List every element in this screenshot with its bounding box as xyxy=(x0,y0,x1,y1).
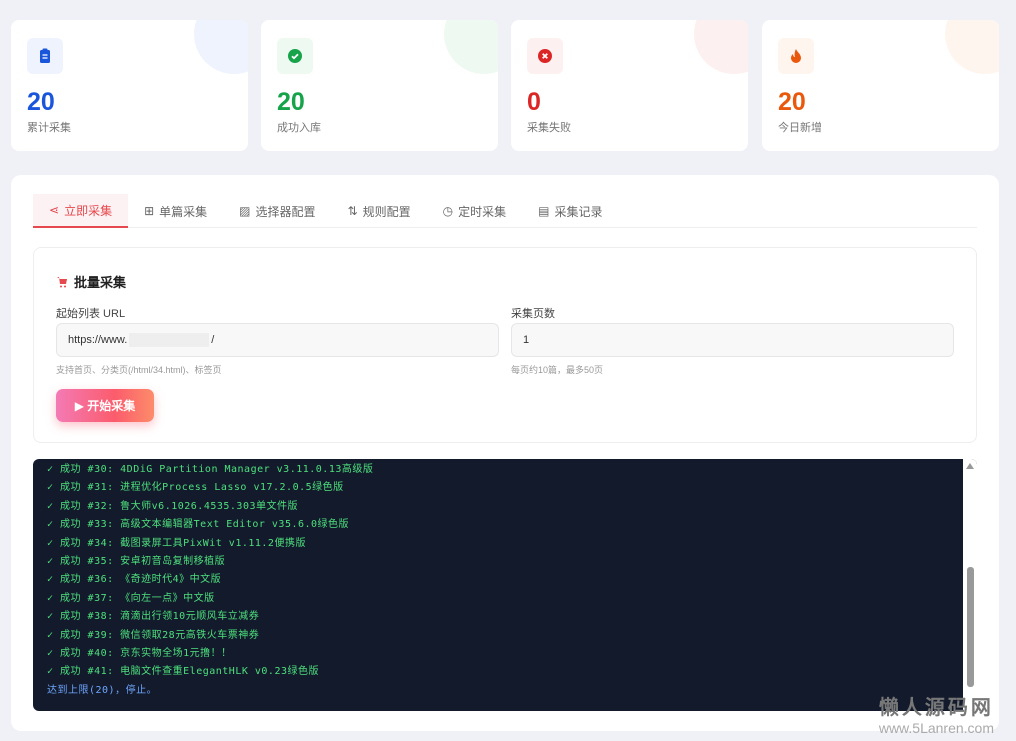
stat-value: 20 xyxy=(27,88,55,116)
log-line: ✓ 成功 #41: 电脑文件查重ElegantHLK v0.23绿色版 xyxy=(47,666,319,678)
stat-label: 今日新增 xyxy=(778,122,822,134)
watermark: 懒人源码网 www.5Lanren.com xyxy=(879,691,994,736)
file-icon: ▤ xyxy=(538,204,550,218)
scrollbar-thumb[interactable] xyxy=(967,567,974,687)
log-line: ✓ 成功 #31: 进程优化Process Lasso v17.2.0.5绿色版 xyxy=(47,482,344,494)
log-line: ✓ 成功 #34: 截图录屏工具PixWit v1.11.2便携版 xyxy=(47,537,306,549)
start-collect-button[interactable]: ▶ 开始采集 xyxy=(56,389,154,422)
tab-1[interactable]: ⋖ 立即采集 xyxy=(33,194,129,228)
decor-circle xyxy=(444,20,498,74)
stat-value: 20 xyxy=(277,88,305,116)
start-url-input[interactable]: https://www. / xyxy=(56,323,499,357)
check-circle-icon xyxy=(277,38,313,74)
stat-label: 成功入库 xyxy=(277,122,321,134)
watermark-title: 懒人源码网 xyxy=(878,697,994,719)
batch-collect-card: 批量采集 起始列表 URL https://www. / 支持首页、分类页(/h… xyxy=(33,247,977,443)
log-console: ✓ 成功 #30: 4DDiG Partition Manager v3.11.… xyxy=(33,459,977,711)
stat-card: 20 累计采集 xyxy=(11,20,248,151)
clock-icon: ◷ xyxy=(442,204,454,218)
url-hint: 支持首页、分类页(/html/34.html)、标签页 xyxy=(56,365,222,375)
watermark-url: www.5Lanren.com xyxy=(878,720,994,736)
decor-circle xyxy=(694,20,748,74)
pages-input[interactable]: 1 xyxy=(511,323,954,357)
url-label: 起始列表 URL xyxy=(56,308,126,320)
share-icon: ⋖ xyxy=(49,203,60,217)
log-line: ✓ 成功 #40: 京东实物全场1元撸！！ xyxy=(47,648,232,660)
redacted-block xyxy=(129,333,210,347)
log-lines: ✓ 成功 #30: 4DDiG Partition Manager v3.11.… xyxy=(47,461,373,700)
log-line: ✓ 成功 #39: 微信领取28元高铁火车票神券 xyxy=(47,629,260,641)
log-line: ✓ 成功 #38: 滴滴出行领10元顺风车立减券 xyxy=(47,611,260,623)
tab-label: 定时采集 xyxy=(458,204,507,219)
tab-6[interactable]: ▤ 采集记录 xyxy=(522,194,618,228)
log-line: ✓ 成功 #37: 《向左一点》中文版 xyxy=(47,592,215,604)
x-circle-icon xyxy=(527,38,563,74)
stat-card: 20 成功入库 xyxy=(261,20,498,151)
tab-5[interactable]: ◷ 定时采集 xyxy=(427,194,523,228)
url-value: https://www. xyxy=(68,334,128,346)
log-line: ✓ 成功 #33: 高级文本编辑器Text Editor v35.6.0绿色版 xyxy=(47,519,350,531)
clipboard-icon xyxy=(27,38,63,74)
log-line: ✓ 成功 #32: 鲁大师v6.1026.4535.303单文件版 xyxy=(47,500,298,512)
url-suffix: / xyxy=(211,334,215,346)
scroll-up-icon[interactable] xyxy=(966,463,974,469)
pages-hint: 每页约10篇，最多50页 xyxy=(511,365,604,375)
stat-value: 0 xyxy=(527,88,541,116)
stat-label: 采集失败 xyxy=(527,122,571,134)
plus-square-icon: ⊞ xyxy=(144,204,155,218)
sort-icon: ⇅ xyxy=(347,204,358,218)
tab-2[interactable]: ⊞ 单篇采集 xyxy=(128,194,223,228)
decor-circle xyxy=(945,20,999,74)
tab-3[interactable]: ▨ 选择器配置 xyxy=(223,194,331,228)
console-scrollbar[interactable] xyxy=(963,459,977,711)
tab-label: 单篇采集 xyxy=(159,204,208,219)
image-icon: ▨ xyxy=(239,204,251,218)
tab-label: 选择器配置 xyxy=(255,204,316,219)
section-title-text: 批量采集 xyxy=(74,275,127,290)
stat-card: 20 今日新增 xyxy=(762,20,999,151)
fire-icon xyxy=(778,38,814,74)
log-line: ✓ 成功 #30: 4DDiG Partition Manager v3.11.… xyxy=(47,464,374,475)
stat-label: 累计采集 xyxy=(27,122,71,134)
tab-label: 立即采集 xyxy=(64,203,113,218)
tab-label: 采集记录 xyxy=(554,204,603,219)
stat-card: 0 采集失败 xyxy=(511,20,748,151)
decor-circle xyxy=(194,20,248,74)
cart-icon xyxy=(57,276,67,287)
log-line: ✓ 成功 #35: 安卓初音岛复制移植版 xyxy=(47,556,226,568)
main-panel: ⋖ 立即采集 ⊞ 单篇采集 ▨ 选择器配置 ⇅ 规则配置 ◷ 定时采集 ▤ 采集记录 批量采集 起始列… xyxy=(11,175,999,731)
tab-4[interactable]: ⇅ 规则配置 xyxy=(332,194,427,228)
stat-value: 20 xyxy=(778,88,806,116)
tab-label: 规则配置 xyxy=(362,204,411,219)
log-done-line: 达到上限(20)，停止。 xyxy=(47,684,158,696)
log-line: ✓ 成功 #36: 《奇迹时代4》中文版 xyxy=(47,574,222,586)
section-title: 批量采集 xyxy=(56,272,126,291)
pages-label: 采集页数 xyxy=(511,308,555,320)
tab-bar: ⋖ 立即采集 ⊞ 单篇采集 ▨ 选择器配置 ⇅ 规则配置 ◷ 定时采集 ▤ 采集记录 xyxy=(33,194,977,228)
